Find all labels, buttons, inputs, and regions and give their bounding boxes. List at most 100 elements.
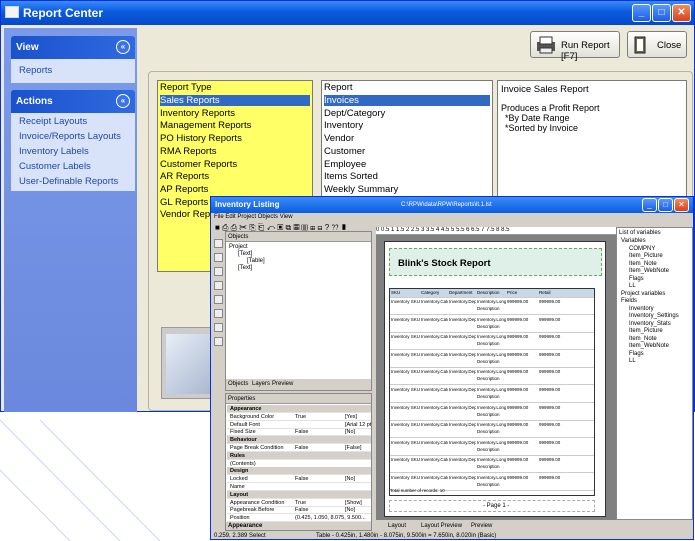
- minimize-button[interactable]: _: [632, 4, 651, 22]
- report-type-item[interactable]: Management Reports: [160, 120, 310, 131]
- objects-panel: Objects Project [Text] [Table] [Text] Ob…: [225, 231, 372, 391]
- sidebar-item-invoice-layouts[interactable]: Invoice/Reports Layouts: [19, 131, 121, 142]
- property-row[interactable]: Appearance: [227, 405, 371, 413]
- report-item[interactable]: Inventory: [324, 120, 490, 131]
- chart-tool-icon[interactable]: [214, 337, 223, 346]
- table-row[interactable]: Inventory SKUInventory.CategoryInventory…: [390, 439, 594, 456]
- report-type-header: Report Type: [160, 82, 212, 93]
- table-row[interactable]: Inventory SKUInventory.CategoryInventory…: [390, 404, 594, 421]
- table-row[interactable]: Inventory SKUInventory.CategoryInventory…: [390, 333, 594, 351]
- designer-maximize-button[interactable]: □: [658, 198, 673, 212]
- property-row[interactable]: Background Color True [Yes]: [227, 413, 371, 421]
- collapse-view-icon[interactable]: «: [116, 40, 130, 54]
- variable-item[interactable]: COMPNY: [629, 246, 655, 252]
- property-row[interactable]: Design: [227, 467, 371, 476]
- table-row[interactable]: Inventory SKUInventory.CategoryInventory…: [390, 456, 594, 474]
- property-row[interactable]: Behaviour: [227, 436, 371, 445]
- property-name: Behaviour: [230, 437, 257, 444]
- sidebar-item-customer-labels[interactable]: Customer Labels: [19, 161, 91, 172]
- variable-item[interactable]: Inventory_Stats: [629, 321, 671, 327]
- variable-item[interactable]: Item_Picture: [629, 328, 663, 334]
- rect-tool-icon[interactable]: [214, 281, 223, 290]
- tab-layout[interactable]: Layout: [388, 523, 406, 529]
- variable-item[interactable]: Item_WebNote: [629, 268, 669, 274]
- report-item[interactable]: Items Sorted: [324, 171, 490, 182]
- variable-item[interactable]: LL: [629, 283, 636, 289]
- table-tool-icon[interactable]: [214, 323, 223, 332]
- property-row[interactable]: Default Font [Arial 12 pt]: [227, 421, 371, 429]
- table-row[interactable]: Inventory SKUInventory.CategoryInventory…: [390, 421, 594, 439]
- variable-item[interactable]: Variables: [621, 238, 646, 244]
- report-type-item[interactable]: Inventory Reports: [160, 108, 310, 119]
- barcode-tool-icon[interactable]: [214, 309, 223, 318]
- designer-minimize-button[interactable]: _: [642, 198, 657, 212]
- line-tool-icon[interactable]: [214, 267, 223, 276]
- variable-item[interactable]: LL: [629, 358, 636, 364]
- property-row[interactable]: Name: [227, 483, 371, 491]
- tab-preview[interactable]: Preview: [272, 381, 293, 387]
- table-row[interactable]: Inventory SKUInventory.CategoryInventory…: [390, 368, 594, 386]
- text-tool-icon[interactable]: [214, 253, 223, 262]
- report-item[interactable]: Invoices: [324, 95, 490, 106]
- report-item[interactable]: Vendor: [324, 133, 490, 144]
- property-row[interactable]: (Contents): [227, 460, 371, 468]
- maximize-button[interactable]: □: [652, 4, 671, 22]
- variable-item[interactable]: Fields: [621, 298, 637, 304]
- report-item[interactable]: Employee: [324, 159, 490, 170]
- tab-objects[interactable]: Objects: [228, 381, 248, 387]
- variable-item[interactable]: Item_Note: [629, 261, 657, 267]
- variable-item[interactable]: Item_Note: [629, 336, 657, 342]
- tree-text-1[interactable]: [Text]: [238, 251, 252, 257]
- report-type-item[interactable]: PO History Reports: [160, 133, 310, 144]
- property-row[interactable]: Locked False [No]: [227, 475, 371, 484]
- designer-menu[interactable]: File Edit Project Objects View: [214, 214, 293, 220]
- variable-item[interactable]: Inventory_Settings: [629, 313, 679, 319]
- tree-table[interactable]: [Table]: [247, 258, 265, 264]
- property-row[interactable]: Appearance Condition True [Show]: [227, 499, 371, 507]
- run-report-button[interactable]: Run Report [F7]: [530, 31, 620, 62]
- ellipse-tool-icon[interactable]: [214, 295, 223, 304]
- table-row[interactable]: Inventory SKUInventory.CategoryInventory…: [390, 316, 594, 333]
- table-row[interactable]: Inventory SKUInventory.CategoryInventory…: [390, 386, 594, 403]
- variable-item[interactable]: Flags: [629, 276, 644, 282]
- tab-layers[interactable]: Layers: [252, 381, 270, 387]
- view-panel-header[interactable]: View «: [11, 36, 135, 59]
- close-window-button[interactable]: ✕: [672, 4, 691, 22]
- close-button[interactable]: Close: [627, 31, 687, 58]
- variable-item[interactable]: Flags: [629, 351, 644, 357]
- variable-item[interactable]: Item_WebNote: [629, 343, 669, 349]
- property-row[interactable]: Rules: [227, 451, 371, 460]
- property-row[interactable]: Layout: [227, 490, 371, 499]
- table-row[interactable]: Inventory SKUInventory.CategoryInventory…: [390, 351, 594, 368]
- report-item[interactable]: Dept/Category: [324, 108, 490, 119]
- property-row[interactable]: Page Break Condition False [False]: [227, 444, 371, 452]
- report-item[interactable]: Customer: [324, 146, 490, 157]
- tree-text-2[interactable]: [Text]: [238, 265, 252, 271]
- property-row[interactable]: Fixed Size False [No]: [227, 428, 371, 437]
- property-row[interactable]: Position (0.425, 1.050, 8.075, 9.500...: [227, 514, 371, 523]
- property-row[interactable]: Pagebreak Before False [No]: [227, 506, 371, 515]
- sidebar-item-user-definable-reports[interactable]: User-Definable Reports: [19, 176, 118, 187]
- report-table[interactable]: SKU Category Department Description Price Ret…: [389, 288, 595, 496]
- select-tool-icon[interactable]: [214, 239, 223, 248]
- report-type-item[interactable]: Sales Reports: [160, 95, 310, 106]
- variable-item[interactable]: Item_Picture: [629, 253, 663, 259]
- tab-print-preview[interactable]: Preview: [471, 523, 492, 529]
- table-row[interactable]: Inventory SKUInventory.CategoryInventory…: [390, 298, 594, 315]
- report-type-item[interactable]: Customer Reports: [160, 159, 310, 170]
- tree-project[interactable]: Project: [229, 244, 248, 250]
- report-type-item[interactable]: RMA Reports: [160, 146, 310, 157]
- report-type-item[interactable]: AR Reports: [160, 171, 310, 182]
- report-header-band[interactable]: Blink's Stock Report: [389, 248, 602, 276]
- sidebar-item-inventory-labels[interactable]: Inventory Labels: [19, 146, 89, 157]
- variable-item[interactable]: Project variables: [621, 291, 665, 297]
- report-type-item[interactable]: AP Reports: [160, 184, 310, 195]
- sidebar-item-receipt-layouts[interactable]: Receipt Layouts: [19, 116, 87, 127]
- tab-layout-preview[interactable]: Layout Preview: [421, 523, 462, 529]
- report-item[interactable]: Weekly Summary: [324, 184, 490, 195]
- actions-panel-header[interactable]: Actions «: [11, 90, 135, 113]
- sidebar-item-reports[interactable]: Reports: [19, 65, 52, 76]
- variable-item[interactable]: Inventory: [629, 306, 654, 312]
- collapse-actions-icon[interactable]: «: [116, 94, 130, 108]
- designer-close-button[interactable]: ✕: [674, 198, 689, 212]
